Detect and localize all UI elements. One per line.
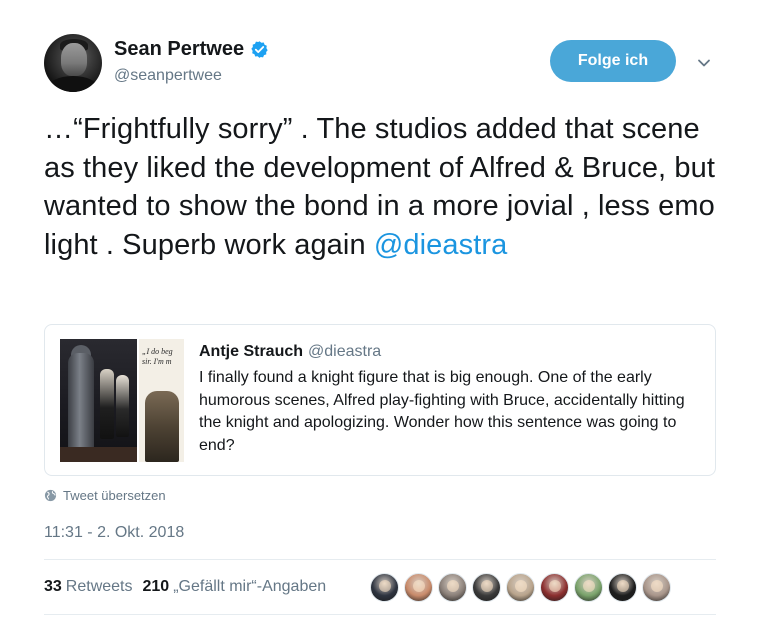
liker-avatar[interactable] [370, 573, 399, 602]
retweets-label: Retweets [65, 578, 133, 595]
quoted-tweet[interactable]: „I do beg sir. I'm m Antje Strauch @diea… [44, 324, 716, 476]
liker-avatar[interactable] [506, 573, 535, 602]
retweets-stat[interactable]: 33 Retweets [44, 578, 133, 596]
liker-avatars [370, 573, 671, 602]
avatar-shoulders [48, 76, 98, 92]
author-name-row[interactable]: Sean Pertwee [114, 38, 269, 61]
author-handle[interactable]: @seanpertwee [114, 67, 222, 85]
following-button[interactable]: Folge ich [550, 40, 676, 82]
knight-figure [68, 353, 94, 453]
stats-divider-bottom [44, 614, 716, 615]
likes-stat[interactable]: 210 „Gefällt mir“-Angaben [143, 578, 327, 596]
retweets-count: 33 [44, 578, 62, 595]
avatar-face [61, 43, 87, 76]
liker-avatar[interactable] [608, 573, 637, 602]
tweet-timestamp[interactable]: 11:31 - 2. Okt. 2018 [44, 524, 184, 542]
translate-label[interactable]: Tweet übersetzen [63, 488, 166, 503]
figure-base [60, 447, 137, 462]
quoted-author-name: Antje Strauch [199, 343, 304, 360]
tweet-stats: 33 Retweets 210 „Gefällt mir“-Angaben [44, 578, 336, 596]
tweet-text: …“Frightfully sorry” . The studios added… [44, 110, 734, 264]
stats-divider-top [44, 559, 716, 560]
liker-avatar[interactable] [472, 573, 501, 602]
quoted-author-handle: @dieastra [308, 343, 382, 360]
quoted-tweet-media[interactable]: „I do beg sir. I'm m [60, 339, 184, 462]
liker-avatar[interactable] [540, 573, 569, 602]
media-photo-figures [60, 339, 137, 462]
media-caption-text: „I do beg sir. I'm m [142, 347, 173, 366]
quoted-tweet-text: I finally found a knight figure that is … [199, 369, 685, 454]
bruce-figure [116, 375, 129, 437]
mention-link[interactable]: @dieastra [374, 229, 508, 261]
verified-badge-icon [251, 41, 268, 58]
globe-icon [44, 489, 57, 502]
author-display-name[interactable]: Sean Pertwee [114, 38, 244, 61]
liker-avatar[interactable] [642, 573, 671, 602]
tweet-card: Sean Pertwee @seanpertwee Folge ich …“Fr… [0, 0, 761, 626]
likes-label: „Gefällt mir“-Angaben [173, 578, 327, 595]
knight-armor-photo [145, 391, 179, 462]
liker-avatar[interactable] [438, 573, 467, 602]
translate-tweet-link[interactable]: Tweet übersetzen [44, 488, 166, 503]
liker-avatar[interactable] [404, 573, 433, 602]
likes-count: 210 [142, 578, 170, 595]
alfred-figure [100, 369, 114, 439]
media-photo-caption-panel: „I do beg sir. I'm m [139, 339, 184, 462]
author-avatar[interactable] [44, 34, 102, 92]
chevron-down-icon[interactable] [697, 56, 711, 70]
liker-avatar[interactable] [574, 573, 603, 602]
quoted-tweet-header: Antje Strauch @dieastra [199, 343, 381, 361]
